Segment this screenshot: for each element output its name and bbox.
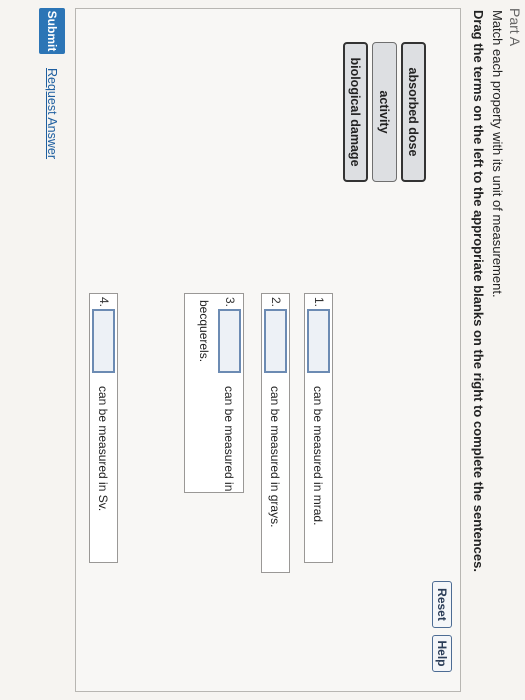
sentence-text: can be measured in [222,386,236,492]
question-screen: Part A Match each property with its unit… [0,0,525,700]
sentence-1: 1. can be measured in mrad. [304,293,333,563]
reset-button[interactable]: Reset [432,581,452,628]
sentence-text: can be measured in Sv. [96,386,110,512]
sentence-number: 2. [269,297,283,308]
sentence-2: 2. can be measured in grays. [261,293,290,573]
drop-target-3[interactable] [218,309,241,373]
sentence-number: 4. [97,297,111,308]
sentence-text: can be measured in mrad. [311,386,325,526]
drop-target-2[interactable] [264,309,287,373]
part-title: Part A [507,8,523,47]
sentence-number: 1. [312,297,326,308]
term-biological-damage[interactable]: biological damage [343,42,368,182]
help-button[interactable]: Help [432,635,452,672]
drag-instruction-text: Drag the terms on the left to the approp… [471,10,486,572]
sentence-text: can be measured in grays. [268,386,282,528]
sentence-number: 3. [223,297,237,308]
matching-panel: absorbed dose activity biological damage… [75,8,461,692]
drop-target-1[interactable] [307,309,330,373]
sentence-text-continued: becquerels. [197,300,211,363]
term-absorbed-dose[interactable]: absorbed dose [401,42,426,182]
request-answer-link[interactable]: Request Answer [45,68,59,159]
sentence-4: 4. can be measured in Sv. [89,293,118,563]
term-activity[interactable]: activity [372,42,397,182]
instruction-text: Match each property with its unit of mea… [490,10,505,298]
drop-target-4[interactable] [92,309,115,373]
sentence-3: 3. can be measured in becquerels. [184,293,244,493]
submit-button[interactable]: Submit [39,8,65,54]
